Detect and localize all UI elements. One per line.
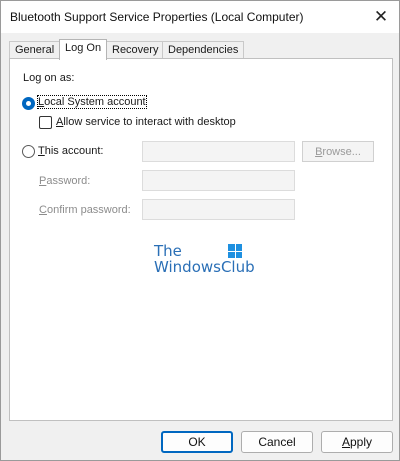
interact-label-text: llow service to interact with desktop [63,116,236,128]
this-account-label[interactable]: This account: [38,145,103,157]
confirm-password-label-text: onfirm password: [46,204,131,216]
password-label-text: assword: [46,175,91,187]
password-field[interactable] [142,170,295,191]
watermark-line2: WindowsClub [154,258,255,276]
tab-strip: General Log On Recovery Dependencies [9,39,393,60]
local-system-radio[interactable] [22,97,35,110]
tab-recovery[interactable]: Recovery [106,41,165,59]
ok-button[interactable]: OK [161,431,233,453]
this-account-radio[interactable] [22,145,35,158]
window-title: Bluetooth Support Service Properties (Lo… [10,10,304,24]
interact-desktop-label[interactable]: Allow service to interact with desktop [56,116,236,128]
browse-label-text: rowse... [322,145,361,158]
local-system-label[interactable]: Local System account [37,95,147,109]
properties-dialog: Bluetooth Support Service Properties (Lo… [0,0,400,461]
tab-general[interactable]: General [9,41,61,59]
close-icon: ✕ [373,7,389,26]
apply-label-text: pply [350,435,373,449]
this-account-access-key: T [38,145,45,157]
password-label: Password: [39,175,90,187]
tab-dependencies[interactable]: Dependencies [162,41,245,59]
confirm-password-label: Confirm password: [39,204,131,216]
this-account-label-text: his account: [44,145,104,157]
log-on-as-label: Log on as: [23,72,75,84]
cancel-button[interactable]: Cancel [241,431,313,453]
confirm-password-field[interactable] [142,199,295,220]
close-button[interactable]: ✕ [367,3,395,31]
apply-access-key: A [341,435,350,449]
tab-log-on[interactable]: Log On [59,39,108,60]
browse-access-key: B [315,145,323,158]
browse-button[interactable]: Browse... [302,141,374,162]
windows-logo-icon [228,244,242,258]
confirm-password-access-key: C [39,204,47,216]
title-bar[interactable]: Bluetooth Support Service Properties (Lo… [1,1,399,33]
interact-desktop-checkbox[interactable] [39,116,52,129]
account-name-field[interactable] [142,141,295,162]
log-on-panel: Log on as: Local System account Allow se… [9,58,393,421]
local-system-label-text: ocal System account [44,96,146,108]
apply-button[interactable]: Apply [321,431,393,453]
